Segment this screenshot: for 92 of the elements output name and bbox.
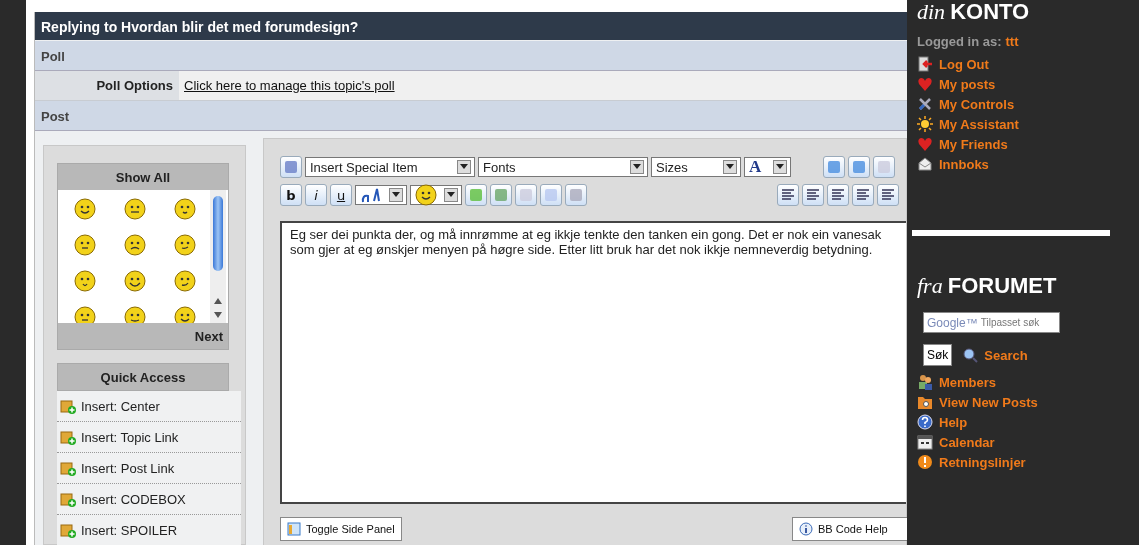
scrollbar[interactable] <box>210 190 226 323</box>
smiley-icon[interactable] <box>124 234 146 256</box>
box-add-icon <box>60 521 77 539</box>
quick-access-item[interactable]: Insert: SPOILER <box>57 515 241 545</box>
section-header: Poll <box>35 41 907 71</box>
next-link[interactable]: Next <box>58 323 228 349</box>
format-button[interactable]: b <box>280 184 302 206</box>
smiley-icon[interactable] <box>174 198 196 220</box>
sun-icon <box>917 116 933 132</box>
sidebar-link[interactable]: Help <box>939 414 968 430</box>
logged-in-label: Logged in as: <box>917 34 1002 51</box>
warning-icon <box>917 454 933 470</box>
search-button[interactable]: Søk <box>923 344 953 366</box>
dropdown-caret-icon <box>723 160 737 174</box>
smiley-icon[interactable] <box>174 306 196 323</box>
envelope-icon <box>917 156 933 172</box>
box-add-icon <box>60 428 77 446</box>
font-color-dropdown[interactable]: A <box>744 157 791 177</box>
dropdown[interactable]: Fonts <box>478 157 648 177</box>
dropdown-caret-icon <box>630 160 644 174</box>
panel-icon <box>287 522 301 536</box>
sidebar-link[interactable]: My Controls <box>939 96 1015 112</box>
quick-access-item[interactable]: Insert: CODEBOX <box>57 484 241 515</box>
box-add-icon <box>60 397 77 415</box>
item-label: Insert: Center <box>81 398 160 414</box>
heart-icon <box>917 136 933 152</box>
toggle-panel-button[interactable]: Toggle Side Panel <box>280 517 402 541</box>
panel-header: Quick Access <box>57 363 229 391</box>
poll-link[interactable]: Click here to manage this topic's poll <box>179 71 907 100</box>
section-header: Post <box>35 101 907 131</box>
quick-access-item[interactable]: Insert: Topic Link <box>57 422 241 453</box>
sidebar-link[interactable]: My posts <box>939 76 996 92</box>
sidebar-link[interactable]: My Friends <box>939 136 1008 152</box>
item-label: Insert: Topic Link <box>81 429 179 445</box>
sidebar-link[interactable]: My Assistant <box>939 116 1019 132</box>
smiley-icon[interactable] <box>74 306 96 323</box>
format-button[interactable]: i <box>305 184 327 206</box>
heading-prefix: din <box>917 0 946 24</box>
emoticon-dropdown[interactable] <box>410 185 462 205</box>
dropdown-caret-icon <box>773 160 787 174</box>
smiley-icon[interactable] <box>124 306 146 323</box>
search-field[interactable]: Google™ Tilpasset søk <box>923 312 1060 333</box>
search-link[interactable]: Search <box>984 347 1028 363</box>
smiley-icon[interactable] <box>74 234 96 256</box>
section-title: KONTO <box>950 0 1030 24</box>
show-all-link[interactable]: Show All <box>58 164 228 190</box>
sidebar-link[interactable]: Innboks <box>939 156 989 172</box>
sidebar-link[interactable]: Calendar <box>939 434 995 450</box>
sidebar-link[interactable]: Log Out <box>939 56 989 72</box>
smiley-icon[interactable] <box>174 234 196 256</box>
folder-icon <box>917 394 933 410</box>
sidebar-link[interactable]: View New Posts <box>939 394 1038 410</box>
smiley-icon[interactable] <box>124 270 146 292</box>
message-field[interactable]: Eg ser dei punkta der, og må innrømme at eg ikkje tenkte den tanken ein gong. Det er nok ein vanesak som gjer at eg ønskjer menyen på høgre side. Etter litt bruk har det nok ikkje nemneverdig betydning. <box>280 221 906 504</box>
dropdown[interactable]: Sizes <box>651 157 741 177</box>
tools-icon <box>917 96 933 112</box>
door-arrow-icon <box>917 56 933 72</box>
dropdown-caret-icon <box>389 188 403 202</box>
info-icon <box>799 522 813 536</box>
quick-access-item[interactable]: Insert: Center <box>57 391 241 422</box>
smiley-icon[interactable] <box>174 270 196 292</box>
search-icon <box>962 347 979 363</box>
field-label: Poll Options <box>95 78 174 93</box>
dropdown-caret-icon <box>444 188 458 202</box>
align-left-icon[interactable] <box>802 184 824 206</box>
dropdown[interactable]: Insert Special Item <box>305 157 475 177</box>
smiley-icon[interactable] <box>74 198 96 220</box>
box-add-icon <box>60 459 77 477</box>
heart-icon <box>917 76 933 92</box>
help-icon <box>917 414 933 430</box>
sidebar-link[interactable]: Retningslinjer <box>939 454 1026 470</box>
item-label: Insert: SPOILER <box>81 522 178 538</box>
box-add-icon <box>60 490 77 508</box>
smiley-icon[interactable] <box>124 198 146 220</box>
page-title: Replying to Hvordan blir det med forumdesign? <box>35 12 907 40</box>
heading-prefix: fra <box>917 274 943 298</box>
sidebar-link[interactable]: Members <box>939 374 997 390</box>
people-icon <box>917 374 933 390</box>
font-style-dropdown[interactable] <box>355 185 407 205</box>
help-button[interactable]: BB Code Help <box>792 517 907 541</box>
calendar-icon <box>917 434 933 450</box>
username-link[interactable]: ttt <box>1005 34 1019 52</box>
item-label: Insert: Post Link <box>81 460 175 476</box>
quick-access-item[interactable]: Insert: Post Link <box>57 453 241 484</box>
item-label: Insert: CODEBOX <box>81 491 186 507</box>
smiley-icon[interactable] <box>415 184 437 206</box>
scroll-arrows-icon[interactable] <box>214 297 222 319</box>
section-title: FORUMET <box>947 274 1057 298</box>
smiley-icon[interactable] <box>74 270 96 292</box>
dropdown-caret-icon <box>457 160 471 174</box>
search-logo: Google™ <box>927 315 978 330</box>
format-button[interactable]: u <box>330 184 352 206</box>
